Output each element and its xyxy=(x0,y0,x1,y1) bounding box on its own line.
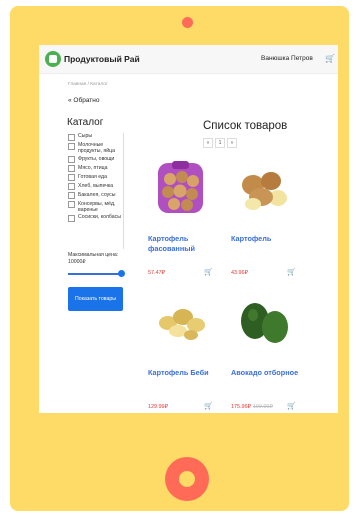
category-item[interactable]: Готовая еда xyxy=(68,174,123,181)
cart-icon[interactable]: 🛒 xyxy=(287,268,296,276)
product-image[interactable] xyxy=(231,161,296,216)
cart-icon[interactable]: 🛒 xyxy=(204,402,213,410)
category-item[interactable]: Консервы, мёд, варенье xyxy=(68,201,123,213)
old-price: 199.99₽ xyxy=(252,404,273,410)
product-card[interactable]: Авокадо отборное 175.96₽ 199.99₽ 🛒 xyxy=(226,290,301,413)
price-slider-handle[interactable] xyxy=(118,270,125,277)
checkbox-icon[interactable] xyxy=(68,142,75,150)
product-price: 129.99₽ xyxy=(148,404,168,410)
back-link[interactable]: « Обратно xyxy=(68,97,99,104)
category-item[interactable]: Хлеб, выпечка xyxy=(68,183,123,190)
category-list: Сыры Молочные продукты, яйца Фрукты, ово… xyxy=(68,133,124,249)
app-screen: Продуктовый Рай Ванюшка Петров 🛒 Главная… xyxy=(39,45,338,413)
product-name[interactable]: Картофель фасованный xyxy=(148,234,218,254)
page-title: Список товаров xyxy=(203,120,288,132)
logo-icon[interactable] xyxy=(45,51,61,67)
next-page-button[interactable]: » xyxy=(227,138,237,148)
product-image[interactable] xyxy=(148,161,213,216)
home-button[interactable] xyxy=(165,457,209,501)
category-item[interactable]: Бакалея, соусы xyxy=(68,192,123,199)
user-name[interactable]: Ванюшка Петров xyxy=(261,55,313,62)
camera-dot xyxy=(182,17,193,28)
checkbox-icon[interactable] xyxy=(68,165,75,172)
category-item[interactable]: Сыры xyxy=(68,133,123,141)
checkbox-icon[interactable] xyxy=(68,133,75,141)
checkbox-icon[interactable] xyxy=(68,174,75,181)
category-item[interactable]: Мясо, птица xyxy=(68,165,123,172)
checkbox-icon[interactable] xyxy=(68,214,75,222)
top-bar: Продуктовый Рай Ванюшка Петров 🛒 xyxy=(39,45,338,74)
cart-icon[interactable]: 🛒 xyxy=(287,402,296,410)
category-item[interactable]: Молочные продукты, яйца xyxy=(68,142,123,154)
max-price-label: Максимальная цена: 10000₽ xyxy=(68,252,119,265)
product-price: 175.96₽ 199.99₽ xyxy=(231,404,273,410)
product-image[interactable] xyxy=(148,295,213,350)
product-card[interactable]: Картофель фасованный 57.47₽ 🛒 xyxy=(143,156,218,286)
price-slider-track[interactable] xyxy=(68,273,120,275)
product-name[interactable]: Картофель xyxy=(231,234,301,244)
pagination: « 1 » xyxy=(203,138,237,148)
product-name[interactable]: Картофель Беби xyxy=(148,368,218,378)
product-card[interactable]: Картофель 43.96₽ 🛒 xyxy=(226,156,301,286)
page-1-button[interactable]: 1 xyxy=(215,138,225,148)
category-item[interactable]: Сосиски, колбасы xyxy=(68,214,123,222)
product-name[interactable]: Авокадо отборное xyxy=(231,368,301,378)
category-item[interactable]: Фрукты, овощи xyxy=(68,156,123,163)
brand-name[interactable]: Продуктовый Рай xyxy=(64,54,140,64)
product-price: 43.96₽ xyxy=(231,270,248,276)
catalog-title: Каталог xyxy=(67,117,104,128)
product-price: 57.47₽ xyxy=(148,270,165,276)
cart-icon[interactable]: 🛒 xyxy=(325,54,335,63)
checkbox-icon[interactable] xyxy=(68,183,75,190)
product-image[interactable] xyxy=(231,295,296,350)
show-products-button[interactable]: Показать товары xyxy=(68,287,123,311)
breadcrumb[interactable]: Главная / Каталог xyxy=(68,82,108,87)
product-card[interactable]: Картофель Беби 129.99₽ 🛒 xyxy=(143,290,218,413)
cart-icon[interactable]: 🛒 xyxy=(204,268,213,276)
checkbox-icon[interactable] xyxy=(68,192,75,199)
checkbox-icon[interactable] xyxy=(68,156,75,163)
prev-page-button[interactable]: « xyxy=(203,138,213,148)
checkbox-icon[interactable] xyxy=(68,201,75,208)
